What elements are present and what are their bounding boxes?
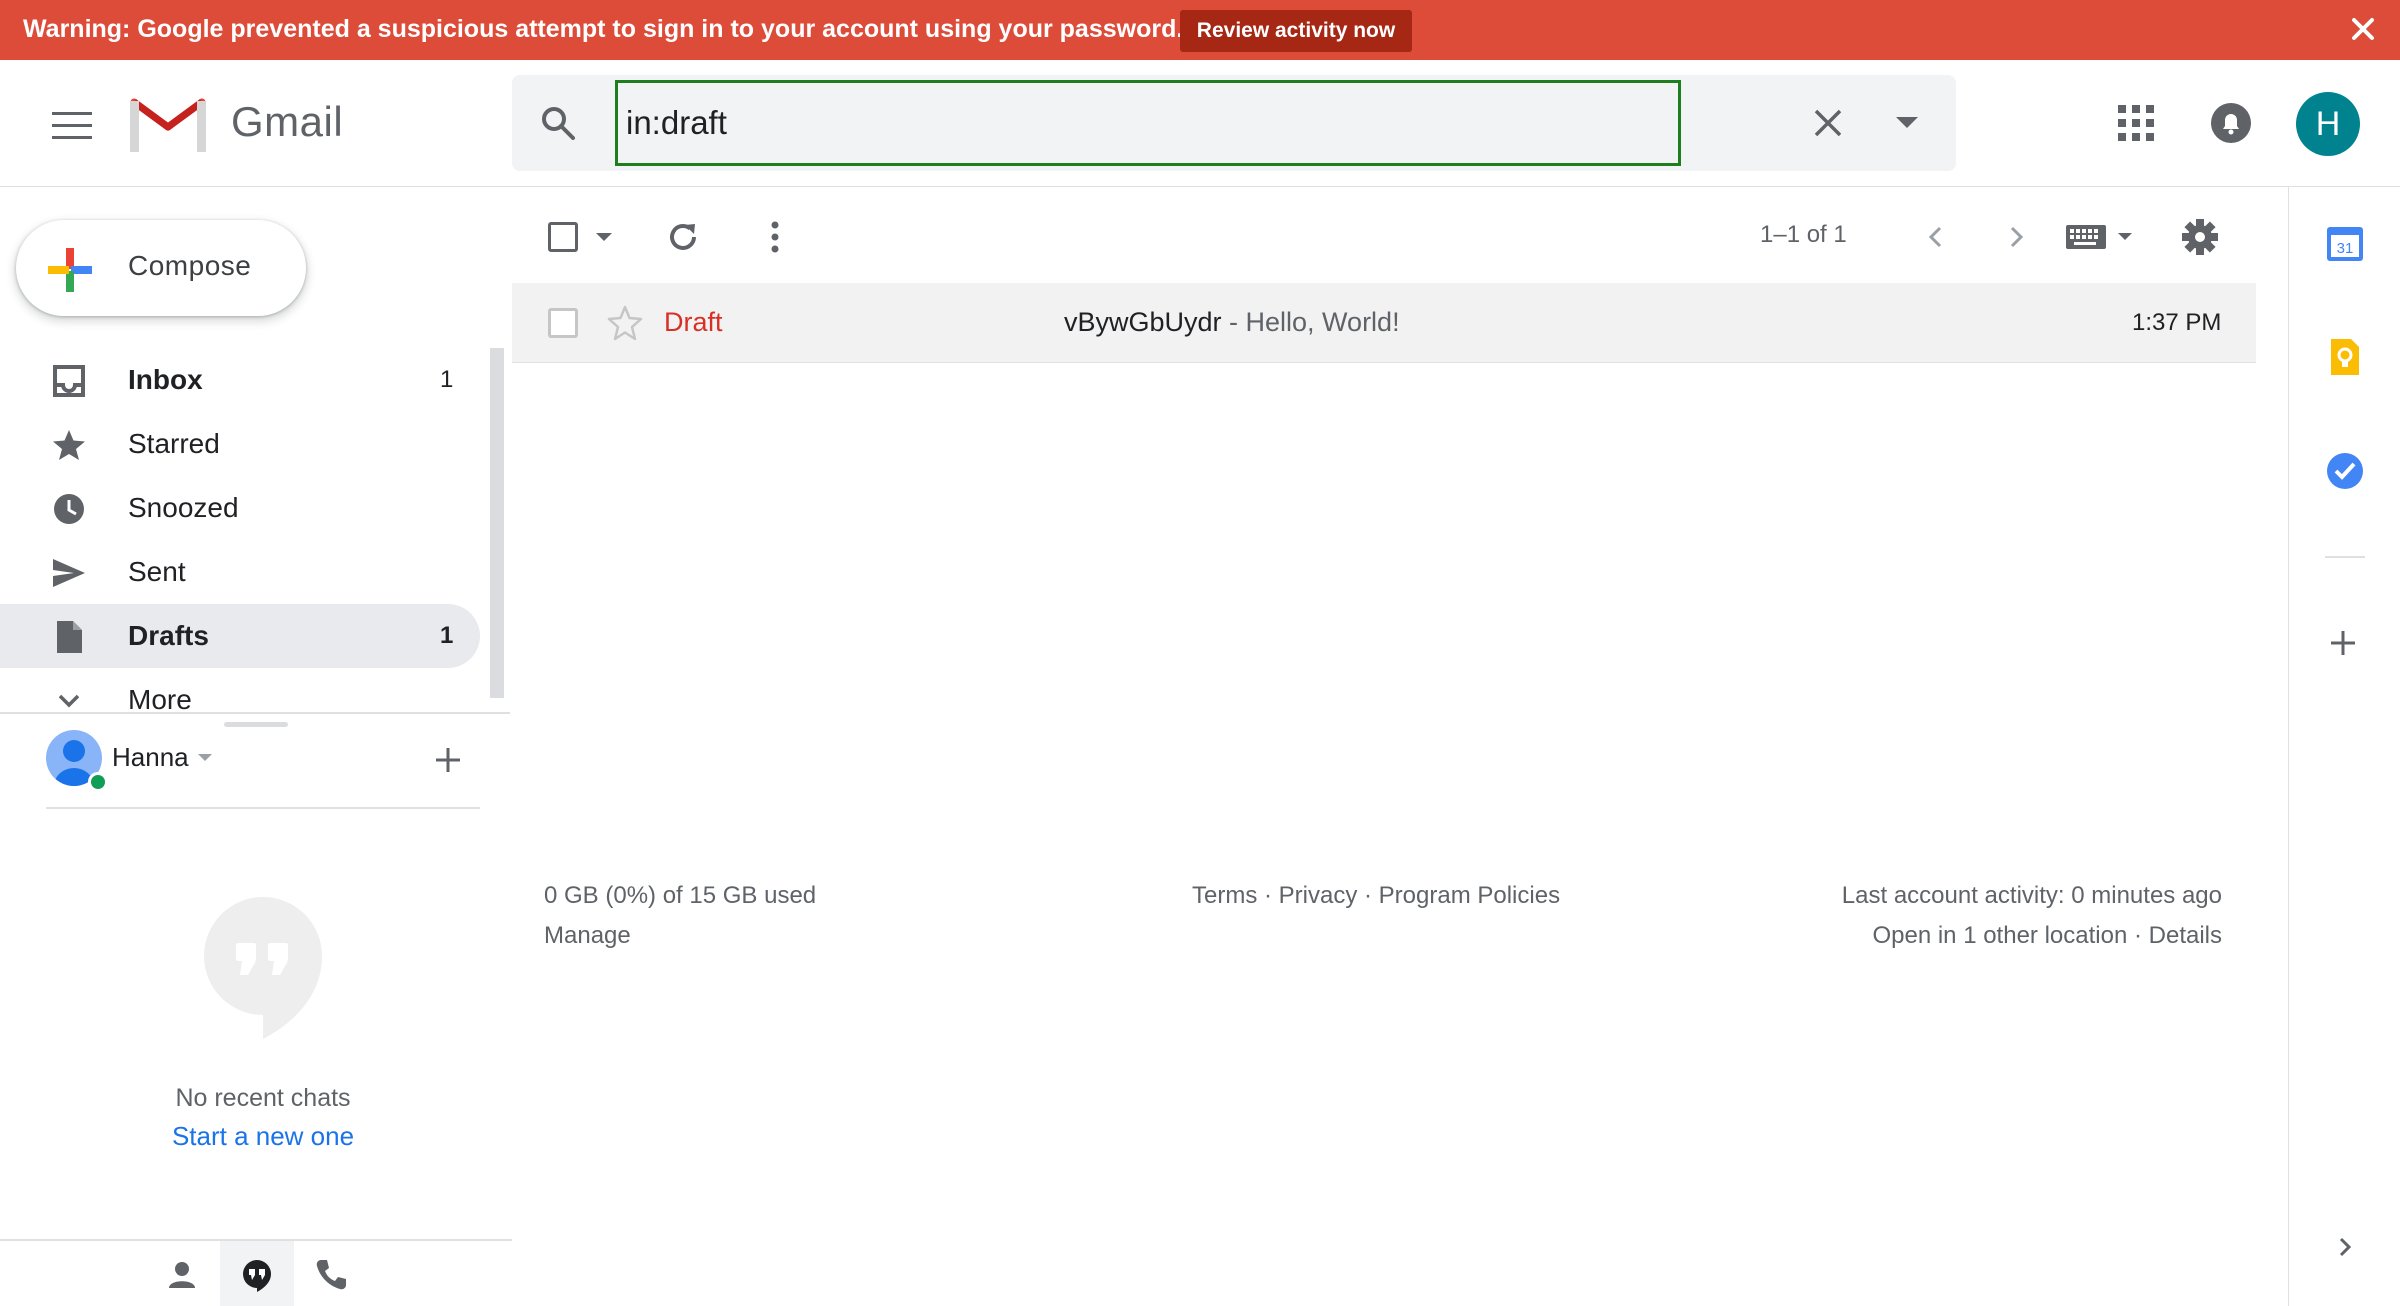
sidebar-item-drafts[interactable]: Drafts 1 — [0, 604, 480, 668]
close-icon[interactable] — [2348, 14, 2378, 44]
gear-icon[interactable] — [2180, 217, 2220, 257]
message-time: 1:37 PM — [2132, 309, 2222, 336]
sidebar-item-label: Sent — [128, 556, 186, 587]
sidebar-divider — [0, 712, 510, 714]
sidebar-item-snoozed[interactable]: Snoozed — [0, 476, 480, 540]
compose-label: Compose — [128, 250, 252, 281]
clock-icon — [54, 494, 84, 524]
row-checkbox[interactable] — [548, 308, 578, 338]
start-new-chat-link[interactable]: Start a new one — [0, 1121, 526, 1152]
chevron-right-icon[interactable] — [2331, 1233, 2359, 1261]
message-snippet: - Hello, World! — [1221, 307, 1400, 337]
hangouts-quote-icon — [204, 897, 322, 1039]
search-bar — [512, 75, 1956, 171]
hangouts-user-name: Hanna — [112, 742, 189, 772]
keep-icon[interactable] — [2323, 335, 2367, 379]
sidebar-item-inbox[interactable]: Inbox 1 — [0, 348, 480, 412]
sidebar-item-label: Snoozed — [128, 492, 239, 523]
message-toolbar: 1–1 of 1 — [512, 187, 2256, 283]
sidebar-item-label: Starred — [128, 428, 220, 459]
apps-grid-icon[interactable] — [2118, 105, 2154, 141]
tasks-icon[interactable] — [2323, 449, 2367, 493]
calendar-icon[interactable]: 31 — [2323, 221, 2367, 265]
star-outline-icon[interactable] — [606, 304, 644, 342]
account-avatar[interactable]: H — [2296, 92, 2360, 156]
calendar-day: 31 — [2337, 240, 2354, 257]
notifications-icon[interactable] — [2210, 102, 2252, 144]
hangouts-bottom-tabs — [0, 1239, 512, 1306]
hangouts-icon — [243, 1260, 271, 1292]
last-activity-text: Last account activity: 0 minutes ago — [1841, 882, 2222, 909]
new-conversation-icon[interactable] — [432, 744, 464, 776]
search-input[interactable] — [615, 80, 1681, 166]
sidebar-item-sent[interactable]: Sent — [0, 540, 480, 604]
side-panel-divider — [2325, 556, 2365, 558]
message-subject: vBywGbUydr — [1064, 307, 1222, 337]
person-icon — [169, 1262, 195, 1288]
pagination-range[interactable]: 1–1 of 1 — [1760, 221, 1847, 249]
main-menu-icon[interactable] — [52, 112, 92, 142]
contacts-tab[interactable] — [145, 1241, 219, 1306]
side-panel: 31 — [2288, 187, 2400, 1306]
no-recent-chats-text: No recent chats — [175, 1084, 351, 1112]
sidebar-nav: Inbox 1 Starred Snoozed Sent Drafts 1 Mo… — [0, 348, 480, 732]
chevron-right-icon[interactable] — [1998, 219, 2034, 255]
more-options-icon[interactable] — [756, 218, 794, 256]
get-addons-icon[interactable] — [2327, 627, 2359, 659]
draft-icon — [57, 621, 82, 653]
top-header: Gmail H — [0, 60, 2400, 187]
hangouts-divider — [46, 807, 480, 809]
select-options-icon[interactable] — [596, 233, 612, 241]
table-row[interactable]: Draft vBywGbUydr - Hello, World! 1:37 PM — [512, 283, 2256, 363]
manage-storage-link[interactable]: Manage — [544, 922, 631, 950]
sidebar-item-starred[interactable]: Starred — [0, 412, 480, 476]
gmail-logo-text: Gmail — [231, 98, 344, 145]
clear-search-icon[interactable] — [1812, 107, 1844, 139]
phone-icon — [316, 1260, 346, 1290]
inbox-icon — [53, 365, 85, 397]
draft-count: 1 — [440, 622, 454, 649]
sidebar-item-label: Drafts — [128, 620, 209, 651]
input-tools-icon[interactable] — [2064, 217, 2144, 257]
compose-plus-icon — [48, 248, 92, 292]
draft-label: Draft — [664, 307, 723, 337]
status-dropdown-icon[interactable] — [198, 754, 212, 761]
search-icon[interactable] — [540, 105, 576, 141]
activity-details-link[interactable]: Open in 1 other location · Details — [1872, 922, 2222, 950]
gmail-logo-icon[interactable] — [130, 94, 206, 152]
warning-text: Warning: Google prevented a suspicious a… — [23, 15, 1184, 43]
search-options-dropdown-icon[interactable] — [1896, 117, 1918, 128]
send-icon — [53, 559, 85, 587]
select-all-checkbox[interactable] — [548, 222, 578, 252]
storage-usage: 0 GB (0%) of 15 GB used — [544, 882, 817, 909]
security-warning-banner: Warning: Google prevented a suspicious a… — [0, 0, 2400, 60]
message-subject-snippet: vBywGbUydr - Hello, World! — [1064, 307, 1400, 338]
hangouts-resize-handle[interactable] — [224, 722, 288, 727]
review-activity-button[interactable]: Review activity now — [1180, 10, 1412, 52]
star-icon — [53, 430, 85, 460]
online-status-dot — [88, 772, 108, 792]
unread-count: 1 — [440, 366, 454, 393]
conversations-tab[interactable] — [220, 1241, 294, 1306]
sidebar-scrollbar[interactable] — [490, 348, 504, 698]
policy-links[interactable]: Terms · Privacy · Program Policies — [1192, 882, 1560, 910]
chevron-left-icon[interactable] — [1918, 219, 1954, 255]
sidebar-item-label: Inbox — [128, 364, 203, 395]
phone-tab[interactable] — [294, 1241, 368, 1306]
compose-button[interactable]: Compose — [16, 220, 306, 316]
refresh-icon[interactable] — [664, 218, 702, 256]
